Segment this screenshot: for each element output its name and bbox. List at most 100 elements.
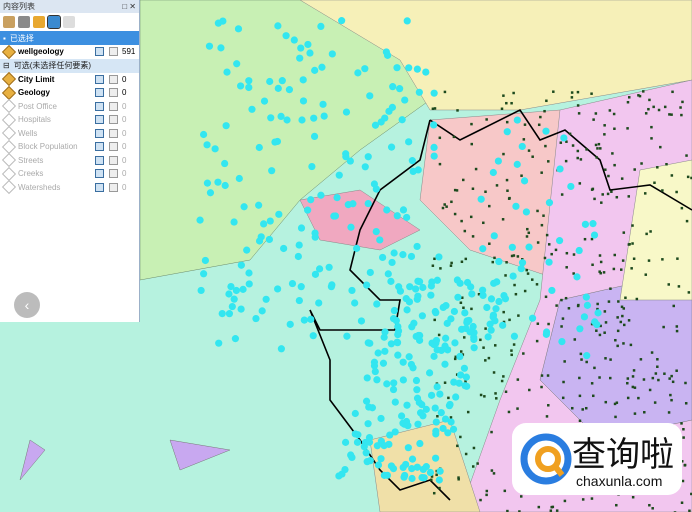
selectable-checkbox[interactable]	[95, 101, 104, 111]
selected-point	[432, 454, 440, 462]
well-point	[596, 147, 599, 150]
available-group-header[interactable]: ⊟ 可选(未选择任何要素)	[0, 58, 139, 73]
selected-point	[310, 132, 319, 141]
list-by-drawing-order-icon[interactable]	[3, 16, 15, 28]
zoom-checkbox[interactable]	[109, 155, 118, 165]
well-point	[559, 141, 563, 144]
selected-point	[555, 237, 564, 245]
list-by-source-icon[interactable]	[18, 16, 30, 28]
zoom-checkbox[interactable]	[109, 88, 118, 98]
well-point	[470, 142, 474, 146]
selected-point	[274, 84, 282, 92]
selected-point	[427, 282, 435, 290]
well-point	[535, 283, 539, 286]
selected-point	[374, 349, 382, 357]
selected-count: 0	[122, 115, 127, 125]
layer-row[interactable]: Creeks 0	[0, 166, 139, 181]
layer-icon	[1, 126, 17, 141]
selected-point	[518, 142, 526, 151]
well-point	[564, 159, 568, 163]
selected-point	[412, 285, 420, 293]
selected-count: 0	[122, 155, 127, 165]
list-by-selection-icon[interactable]	[47, 15, 61, 29]
selected-point	[376, 236, 384, 244]
well-point	[682, 436, 685, 439]
selected-point	[396, 85, 404, 93]
zoom-checkbox[interactable]	[109, 142, 118, 152]
selected-point	[310, 114, 318, 122]
well-point	[490, 430, 493, 434]
well-point	[672, 304, 675, 308]
well-point	[607, 174, 610, 178]
layer-row[interactable]: Watersheds 0	[0, 180, 139, 195]
layer-row[interactable]: City Limit 0	[0, 72, 139, 87]
close-icon[interactable]: □ ✕	[122, 2, 136, 11]
layer-row[interactable]: Hospitals 0	[0, 112, 139, 127]
zoom-checkbox[interactable]	[109, 47, 118, 57]
selected-point	[338, 470, 346, 478]
selected-point	[466, 328, 474, 336]
zoom-checkbox[interactable]	[109, 74, 118, 84]
well-point	[525, 268, 528, 272]
selectable-checkbox[interactable]	[95, 169, 104, 179]
layer-row[interactable]: Streets 0	[0, 153, 139, 168]
selectable-checkbox[interactable]	[95, 128, 104, 138]
selected-point	[484, 333, 492, 341]
options-icon[interactable]	[63, 16, 75, 28]
layer-row[interactable]: Wells 0	[0, 126, 139, 141]
well-point	[562, 380, 565, 384]
selected-point	[431, 404, 439, 412]
selectable-checkbox[interactable]	[95, 74, 104, 84]
zoom-checkbox[interactable]	[109, 115, 118, 125]
well-point	[563, 499, 567, 503]
selectable-checkbox[interactable]	[95, 47, 104, 57]
well-point	[576, 149, 580, 153]
well-point	[684, 402, 688, 405]
well-point	[684, 381, 687, 385]
selected-point	[282, 32, 290, 40]
layer-row-wellgeology[interactable]: wellgeology 591	[0, 44, 139, 59]
zoom-checkbox[interactable]	[109, 128, 118, 138]
well-point	[525, 235, 529, 238]
layer-row[interactable]: Post Office 0	[0, 99, 139, 114]
layer-row[interactable]: Block Population 0	[0, 139, 139, 154]
layer-icon	[1, 85, 17, 100]
selectable-checkbox[interactable]	[95, 142, 104, 152]
well-point	[450, 200, 453, 204]
selected-point	[233, 60, 241, 68]
well-point	[520, 174, 523, 177]
selectable-checkbox[interactable]	[95, 115, 104, 125]
well-point	[550, 505, 553, 509]
list-by-visibility-icon[interactable]	[33, 16, 45, 28]
well-point	[433, 107, 437, 110]
selectable-checkbox[interactable]	[95, 88, 104, 98]
selected-point	[420, 474, 428, 482]
selected-point	[377, 455, 385, 463]
collapse-icon[interactable]: ⊟	[3, 61, 10, 70]
selected-point	[354, 431, 362, 439]
selected-count: 0	[122, 169, 127, 179]
well-point	[687, 291, 691, 294]
well-point	[599, 260, 603, 264]
back-arrow-button[interactable]: ‹	[14, 292, 40, 318]
layer-row[interactable]: Geology 0	[0, 85, 139, 100]
selected-group-header[interactable]: ▪ 已选择	[0, 31, 139, 45]
layer-name: Watersheds	[18, 182, 61, 192]
well-point	[595, 329, 598, 332]
collapse-icon[interactable]: ▪	[3, 34, 6, 43]
zoom-checkbox[interactable]	[109, 182, 118, 192]
well-point	[502, 375, 505, 378]
well-point	[430, 478, 433, 482]
zoom-checkbox[interactable]	[109, 169, 118, 179]
selected-point	[405, 353, 413, 361]
selected-point	[278, 77, 286, 85]
selectable-checkbox[interactable]	[95, 182, 104, 192]
well-point	[661, 258, 664, 261]
well-point	[596, 302, 599, 306]
well-point	[665, 162, 668, 166]
zoom-checkbox[interactable]	[109, 101, 118, 111]
selected-point	[430, 121, 438, 129]
selectable-checkbox[interactable]	[95, 155, 104, 165]
well-point	[542, 214, 545, 217]
selected-point	[267, 114, 275, 122]
